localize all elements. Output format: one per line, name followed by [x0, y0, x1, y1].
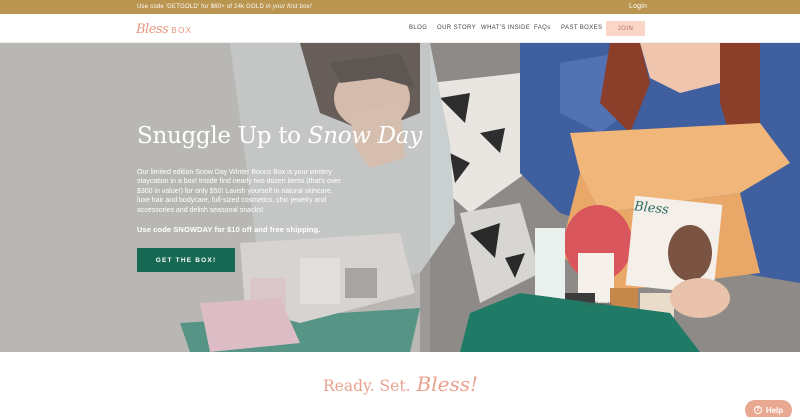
nav-past-boxes[interactable]: PAST BOXES: [561, 25, 602, 31]
site-header: Bless BOX BLOG OUR STORY WHAT'S INSIDE F…: [0, 14, 800, 43]
join-button[interactable]: JOIN: [606, 21, 645, 36]
promo-bar: Use code 'GETGOLD' for $60+ of 24k GOLD …: [0, 0, 800, 14]
hero-promo-code: Use code SNOWDAY for $10 off and free sh…: [137, 225, 321, 234]
promo-text: Use code 'GETGOLD' for $60+ of 24k GOLD …: [137, 4, 312, 10]
get-the-box-button[interactable]: GET THE BOX!: [137, 248, 235, 272]
nav-our-story[interactable]: OUR STORY: [437, 25, 476, 31]
logo[interactable]: Bless BOX: [136, 19, 193, 39]
section-heading: Ready. Set. Bless!: [323, 372, 478, 396]
intro-section: Ready. Set. Bless!: [0, 352, 800, 417]
nav-whats-inside[interactable]: WHAT'S INSIDE: [481, 25, 530, 31]
login-link[interactable]: Login: [629, 3, 647, 10]
promo-text-emphasis: in your first box!: [265, 4, 312, 10]
logo-script: Bless: [136, 21, 169, 37]
product-label: Skin Repair: [582, 301, 612, 307]
hero-title-italic: Snow Day: [307, 123, 422, 149]
logo-word: BOX: [171, 25, 193, 35]
nav-blog[interactable]: BLOG: [409, 25, 427, 31]
hero-title: Snuggle Up to Snow Day: [137, 123, 422, 149]
help-button[interactable]: ? Help: [745, 400, 792, 417]
hero-description: Our limited edition Snow Day Winter Bonu…: [137, 169, 341, 214]
hero-photo: [0, 43, 800, 352]
help-label: Help: [765, 405, 784, 415]
nav-faqs[interactable]: FAQs: [534, 25, 551, 31]
hero-title-plain: Snuggle Up to: [137, 123, 301, 149]
hero-banner: Snuggle Up to Snow Day Our limited editi…: [0, 43, 800, 352]
section-heading-main: Ready. Set.: [323, 377, 411, 395]
section-heading-script: Bless!: [416, 372, 479, 396]
promo-text-prefix: Use code 'GETGOLD' for $60+ of 24k GOLD: [137, 4, 264, 10]
question-icon: ?: [753, 406, 762, 414]
